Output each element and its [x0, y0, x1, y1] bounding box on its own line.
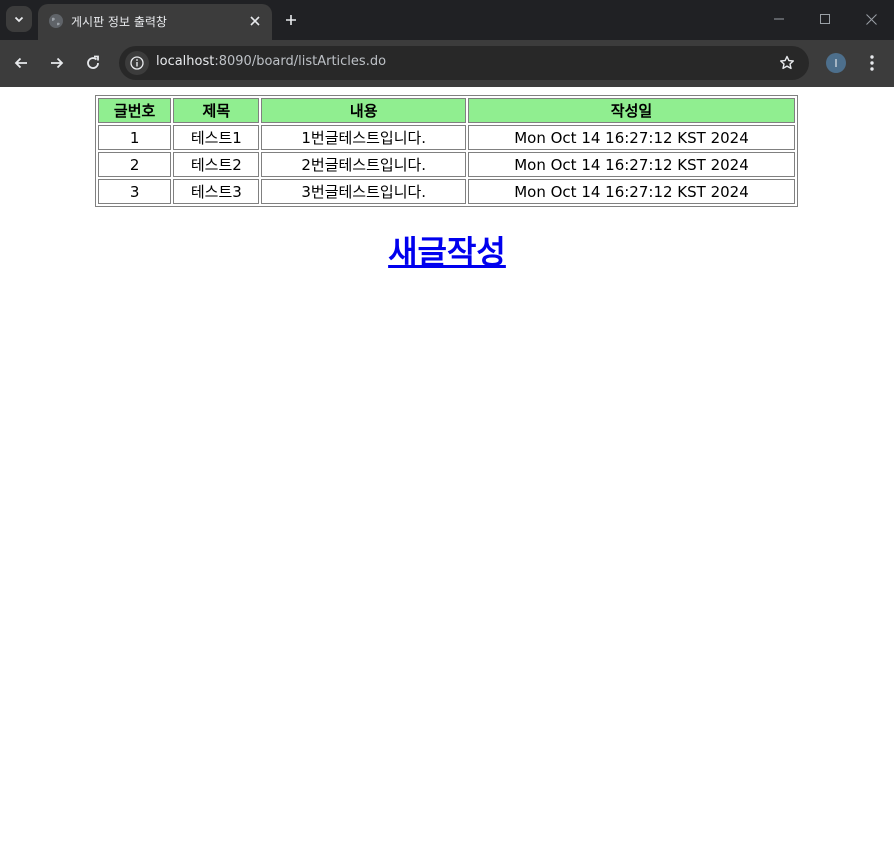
- info-icon: [130, 56, 144, 70]
- article-table: 글번호 제목 내용 작성일 1 테스트1 1번글테스트입니다. Mon Oct …: [95, 95, 798, 207]
- maximize-button[interactable]: [812, 8, 838, 30]
- table-row: 3 테스트3 3번글테스트입니다. Mon Oct 14 16:27:12 KS…: [98, 179, 795, 204]
- active-tab[interactable]: 게시판 정보 출력창: [38, 4, 272, 40]
- browser-toolbar: localhost:8090/board/listArticles.do I: [0, 40, 894, 87]
- reload-button[interactable]: [81, 51, 105, 75]
- back-button[interactable]: [9, 51, 33, 75]
- forward-button[interactable]: [45, 51, 69, 75]
- cell-content: 1번글테스트입니다.: [261, 125, 467, 150]
- close-icon: [250, 16, 260, 26]
- back-arrow-icon: [14, 57, 27, 69]
- cell-title: 테스트3: [173, 179, 260, 204]
- close-icon: [865, 13, 877, 25]
- kebab-menu-icon: [870, 55, 874, 71]
- tab-close-button[interactable]: [246, 12, 264, 30]
- cell-date: Mon Oct 14 16:27:12 KST 2024: [468, 179, 795, 204]
- url-path: :8090/board/listArticles.do: [214, 54, 387, 69]
- column-header-number: 글번호: [98, 98, 172, 123]
- minimize-icon: [774, 18, 784, 20]
- forward-arrow-icon: [51, 57, 64, 69]
- url-host: localhost: [156, 54, 215, 69]
- profile-avatar[interactable]: I: [826, 53, 846, 73]
- browser-titlebar: 게시판 정보 출력창: [0, 0, 894, 40]
- address-bar[interactable]: localhost:8090/board/listArticles.do: [119, 46, 809, 80]
- cell-content: 3번글테스트입니다.: [261, 179, 467, 204]
- globe-icon: [49, 14, 63, 28]
- cell-number: 3: [98, 179, 172, 204]
- table-row: 1 테스트1 1번글테스트입니다. Mon Oct 14 16:27:12 KS…: [98, 125, 795, 150]
- cell-date: Mon Oct 14 16:27:12 KST 2024: [468, 152, 795, 177]
- plus-icon: [286, 15, 296, 25]
- site-info-button[interactable]: [125, 51, 149, 75]
- cell-date: Mon Oct 14 16:27:12 KST 2024: [468, 125, 795, 150]
- new-article-link[interactable]: 새글작성: [388, 233, 506, 271]
- cell-title: 테스트2: [173, 152, 260, 177]
- tab-search-button[interactable]: [6, 6, 32, 32]
- column-header-title: 제목: [173, 98, 260, 123]
- minimize-button[interactable]: [766, 8, 792, 30]
- star-icon: [780, 55, 794, 70]
- table-row: 2 테스트2 2번글테스트입니다. Mon Oct 14 16:27:12 KS…: [98, 152, 795, 177]
- write-link-container: 새글작성: [0, 227, 894, 273]
- page-content: 글번호 제목 내용 작성일 1 테스트1 1번글테스트입니다. Mon Oct …: [0, 87, 894, 844]
- column-header-date: 작성일: [468, 98, 795, 123]
- close-window-button[interactable]: [858, 8, 884, 30]
- maximize-icon: [820, 14, 830, 24]
- new-tab-button[interactable]: [280, 9, 302, 31]
- column-header-content: 내용: [261, 98, 467, 123]
- cell-title: 테스트1: [173, 125, 260, 150]
- chevron-down-icon: [14, 16, 24, 23]
- cell-number: 2: [98, 152, 172, 177]
- cell-content: 2번글테스트입니다.: [261, 152, 467, 177]
- tab-title: 게시판 정보 출력창: [71, 15, 167, 29]
- cell-number: 1: [98, 125, 172, 150]
- reload-icon: [87, 55, 99, 69]
- browser-menu-button[interactable]: [862, 52, 882, 74]
- url-text: localhost:8090/board/listArticles.do: [156, 54, 386, 69]
- bookmark-button[interactable]: [777, 53, 797, 73]
- table-header-row: 글번호 제목 내용 작성일: [98, 98, 795, 123]
